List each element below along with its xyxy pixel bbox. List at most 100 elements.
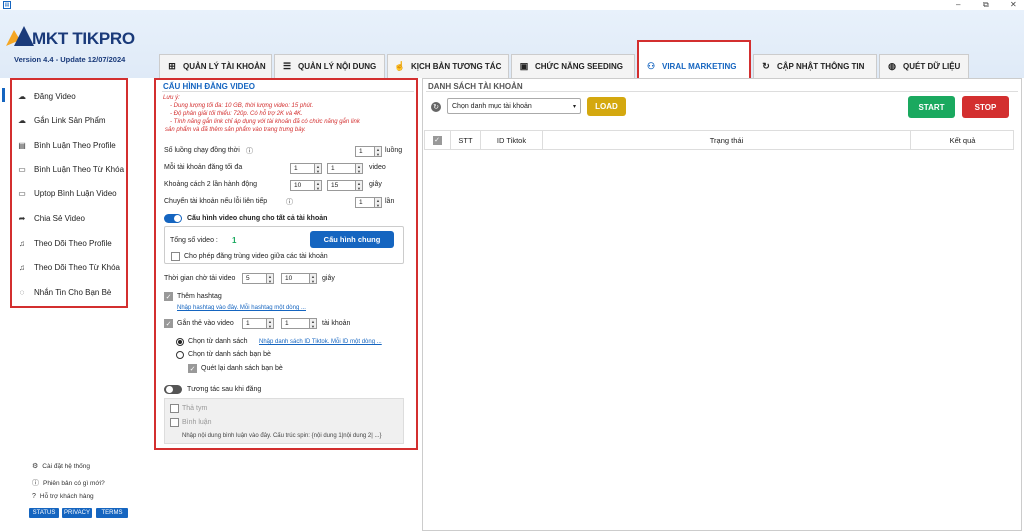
hand-icon: ☝ — [394, 61, 406, 71]
allow-duplicate-checkbox[interactable] — [171, 252, 180, 261]
support-link[interactable]: ? Hỗ trợ khách hàng — [32, 493, 94, 500]
start-button[interactable]: START — [908, 96, 955, 118]
common-config-toggle[interactable] — [164, 214, 182, 223]
terms-badge[interactable]: TERMS — [96, 508, 128, 518]
videos-unit: video — [369, 164, 386, 171]
tab-account-management[interactable]: ⊞ QUẢN LÝ TÀI KHOẢN — [159, 54, 272, 78]
sidebar-item-follow-profile[interactable]: ♫ Theo Dõi Theo Profile — [16, 235, 112, 251]
help-icon[interactable]: ⓘ — [286, 197, 293, 207]
cloud-upload-icon: ☁ — [18, 91, 26, 101]
delay-label: Khoảng cách 2 lần hành động — [164, 181, 258, 188]
videos-min-spinner[interactable]: ▲ ▼ — [315, 163, 322, 174]
sidebar-item-comment-keyword[interactable]: ▭ Bình Luận Theo Từ Khóa — [16, 161, 124, 177]
select-all-cell[interactable]: ✓ — [424, 130, 451, 150]
category-select[interactable]: Chọn danh mục tài khoản ▾ — [447, 98, 581, 114]
interact-label: Tương tác sau khi đăng — [187, 386, 262, 393]
column-header-stt: STT — [451, 130, 481, 150]
videos-min-input[interactable]: 1 — [290, 163, 315, 174]
from-list-label: Chọn từ danh sách — [188, 338, 248, 345]
stop-button[interactable]: STOP — [962, 96, 1009, 118]
videos-max-spinner[interactable]: ▲ ▼ — [356, 163, 363, 174]
tag-min-spinner[interactable]: ▲ ▼ — [267, 318, 274, 329]
comment-label: Bình luận — [182, 419, 212, 426]
cloud-icon: ☁ — [18, 115, 26, 125]
videos-max-input[interactable]: 1 — [327, 163, 356, 174]
videos-per-account-label: Mỗi tài khoản đăng tối đa — [164, 164, 243, 171]
rescan-friends-checkbox[interactable]: ✓ — [188, 364, 197, 373]
whats-new-link[interactable]: ⓘ Phiên bản có gì mới? — [32, 478, 105, 488]
scan-icon: ◍ — [888, 61, 896, 71]
hashtag-checkbox[interactable]: ✓ — [164, 292, 173, 301]
comment-icon: ▭ — [18, 188, 26, 198]
comment-icon: ▭ — [18, 164, 26, 174]
sidebar-item-follow-keyword[interactable]: ♫ Theo Dõi Theo Từ Khóa — [16, 259, 120, 275]
common-config-button[interactable]: Cấu hình chung — [310, 231, 394, 248]
delay-unit: giây — [369, 181, 382, 188]
upload-wait-min-spinner[interactable]: ▲ ▼ — [267, 273, 274, 284]
hashtag-input-link[interactable]: Nhập hashtag vào đây. Mỗi hashtag một dò… — [177, 305, 306, 311]
sidebar-item-post-video[interactable]: ☁ Đăng Video — [16, 88, 76, 104]
list-icon: ☰ — [282, 61, 292, 71]
sidebar-item-uptop-comment[interactable]: ▭ Uptop Bình Luận Video — [16, 185, 116, 201]
heart-label: Thả tym — [182, 405, 208, 412]
refresh-icon: ↻ — [762, 61, 770, 71]
switch-on-error-input[interactable]: 1 — [355, 197, 375, 208]
note-line: - Dung lượng tối đa: 10 GB, thời lượng v… — [170, 103, 314, 109]
sidebar-item-share-video[interactable]: ➦ Chia Sẻ Video — [16, 210, 85, 226]
close-button[interactable]: ✕ — [1010, 0, 1017, 10]
sidebar-item-product-link[interactable]: ☁ Gắn Link Sản Phẩm — [16, 112, 106, 128]
sidebar-item-comment-profile[interactable]: ▤ Bình Luận Theo Profile — [16, 137, 115, 153]
status-badge[interactable]: STATUS — [29, 508, 59, 518]
switch-on-error-spinner[interactable]: ▲ ▼ — [375, 197, 382, 208]
delay-max-input[interactable]: 15 — [327, 180, 356, 191]
minimize-button[interactable]: – — [956, 0, 960, 10]
divider — [162, 91, 414, 92]
gear-icon: ⚙ — [32, 463, 39, 470]
logo-text: MKT TIKPRO — [32, 29, 135, 48]
note-line: - Độ phân giải tối thiểu: 720p. Có hỗ tr… — [170, 111, 303, 117]
tab-scan-data[interactable]: ◍ QUÉT DỮ LIỆU — [879, 54, 969, 78]
common-config-label: Cấu hình video chung cho tất cả tài khoả… — [187, 215, 328, 222]
tag-max-spinner[interactable]: ▲ ▼ — [310, 318, 317, 329]
threads-input[interactable]: 1 — [355, 146, 375, 157]
app-icon: ▤ — [3, 1, 11, 9]
tag-min-input[interactable]: 1 — [242, 318, 267, 329]
comment-input[interactable]: Nhập nội dung bình luận vào đây. Cấu trú… — [182, 433, 382, 439]
settings-link[interactable]: ⚙ Cài đặt hệ thống — [32, 462, 90, 471]
heart-checkbox[interactable] — [170, 404, 179, 413]
help-icon[interactable]: ⓘ — [246, 146, 253, 156]
chevron-down-icon: ▾ — [572, 103, 576, 110]
upload-wait-min-input[interactable]: 5 — [242, 273, 267, 284]
from-list-radio[interactable] — [176, 338, 184, 346]
note-line: sản phẩm và đã thêm sản phẩm vào trang t… — [165, 127, 306, 133]
from-friends-radio[interactable] — [176, 351, 184, 359]
upload-wait-max-input[interactable]: 10 — [281, 273, 310, 284]
select-all-checkbox[interactable]: ✓ — [432, 135, 442, 145]
tab-content-management[interactable]: ☰ QUẢN LÝ NỘI DUNG — [274, 54, 385, 78]
load-button[interactable]: LOAD — [587, 97, 626, 116]
from-list-input-link[interactable]: Nhập danh sách ID Tiktok. Mỗi ID một dòn… — [259, 339, 382, 345]
switch-on-error-label: Chuyển tài khoản nếu lỗi liên tiếp — [164, 198, 268, 205]
refresh-icon[interactable]: ↻ — [431, 102, 441, 112]
delay-max-spinner[interactable]: ▲ ▼ — [356, 180, 363, 191]
tab-viral-marketing[interactable]: ⚇ VIRAL MARKETING — [637, 40, 751, 78]
delay-min-spinner[interactable]: ▲ ▼ — [315, 180, 322, 191]
column-header-result: Kết quả — [949, 135, 976, 145]
tab-seeding[interactable]: ▣ CHỨC NĂNG SEEDING — [511, 54, 635, 78]
rescan-friends-label: Quét lại danh sách bạn bè — [201, 365, 283, 372]
tag-max-input[interactable]: 1 — [281, 318, 310, 329]
notes-heading: Lưu ý: — [163, 95, 180, 101]
tab-interaction-script[interactable]: ☝ KỊCH BẢN TƯƠNG TÁC — [387, 54, 509, 78]
delay-min-input[interactable]: 10 — [290, 180, 315, 191]
maximize-button[interactable]: ⧉ — [983, 0, 989, 10]
hashtag-label: Thêm hashtag — [177, 293, 222, 300]
comment-checkbox[interactable] — [170, 418, 179, 427]
upload-wait-max-spinner[interactable]: ▲ ▼ — [310, 273, 317, 284]
tab-update-info[interactable]: ↻ CẬP NHẬT THÔNG TIN — [753, 54, 877, 78]
threads-spinner[interactable]: ▲ ▼ — [375, 146, 382, 157]
version-text: Version 4.4 - Update 12/07/2024 — [14, 55, 126, 64]
interact-toggle[interactable] — [164, 385, 182, 394]
sidebar-item-message-friends[interactable]: ◌ Nhắn Tin Cho Bạn Bè — [16, 284, 112, 300]
tag-checkbox[interactable]: ✓ — [164, 319, 173, 328]
privacy-badge[interactable]: PRIVACY — [62, 508, 92, 518]
